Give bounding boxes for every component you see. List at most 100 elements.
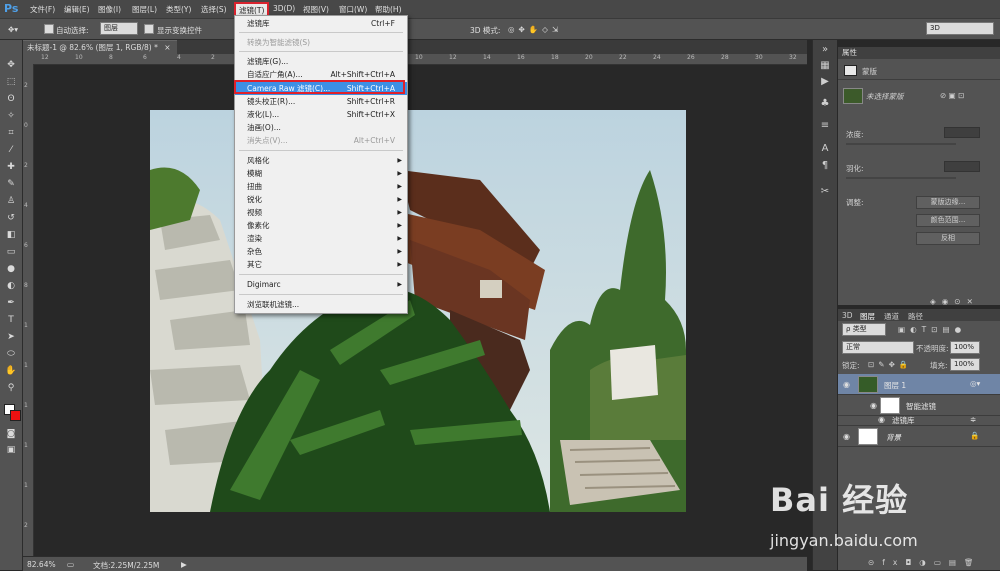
healing-icon[interactable]: ✚ xyxy=(5,161,17,173)
lock-icons[interactable]: ⊡✎✥🔒 xyxy=(868,360,912,369)
visibility-eye-icon[interactable]: ◉ xyxy=(870,401,877,410)
auto-select-checkbox[interactable] xyxy=(44,24,54,34)
menu-item-stylize[interactable]: 风格化 ▶ xyxy=(235,154,407,167)
menu-layer[interactable]: 图层(L) xyxy=(132,4,157,15)
collapse-icon[interactable]: » xyxy=(819,44,831,56)
tool-presets-icon[interactable]: ♣ xyxy=(819,98,831,110)
layer-name[interactable]: 智能滤镜 xyxy=(906,401,936,412)
layer-name[interactable]: 背景 xyxy=(886,432,901,443)
visibility-eye-icon[interactable]: ◉ xyxy=(843,432,850,441)
feather-input[interactable] xyxy=(944,161,980,172)
panel-footer-icons[interactable]: ◈◉⊙✕ xyxy=(930,297,979,306)
layer-row-filter-gallery[interactable]: ◉ 滤镜库 ≑ xyxy=(838,413,1000,426)
eraser-icon[interactable]: ◧ xyxy=(5,229,17,241)
adjustments-icon[interactable]: ≡ xyxy=(819,120,831,132)
blend-mode-dropdown[interactable]: 正常 xyxy=(842,341,914,354)
menu-item-convert-smart-filter[interactable]: 转换为智能滤镜(S) xyxy=(235,36,407,49)
menu-file[interactable]: 文件(F) xyxy=(30,4,55,15)
status-icon[interactable]: ▭ xyxy=(67,560,74,569)
layer-name[interactable]: 滤镜库 xyxy=(892,415,915,426)
actions-icon[interactable]: ▶ xyxy=(819,76,831,88)
screen-mode-icon[interactable]: ▣ xyxy=(5,444,17,456)
hand-icon[interactable]: ✋ xyxy=(5,365,17,377)
kind-filter-dropdown[interactable]: ρ 类型 xyxy=(842,323,886,336)
menu-item-blur[interactable]: 模糊 ▶ xyxy=(235,167,407,180)
shape-icon[interactable]: ⬭ xyxy=(5,348,17,360)
tab-layers[interactable]: 图层 xyxy=(860,311,875,322)
gradient-icon[interactable]: ▭ xyxy=(5,246,17,258)
menu-item-distort[interactable]: 扭曲 ▶ xyxy=(235,180,407,193)
menu-item-vanishing-point[interactable]: 消失点(V)... Alt+Ctrl+V xyxy=(235,134,407,147)
status-arrow-icon[interactable]: ▶ xyxy=(181,560,187,569)
eyedropper-icon[interactable]: ⁄ xyxy=(5,144,17,156)
menu-item-filter-gallery-last[interactable]: 滤镜库 Ctrl+F xyxy=(235,17,407,30)
menu-item-sharpen[interactable]: 锐化 ▶ xyxy=(235,193,407,206)
zoom-icon[interactable]: ⚲ xyxy=(5,382,17,394)
marquee-icon[interactable]: ⬚ xyxy=(5,76,17,88)
density-slider[interactable] xyxy=(846,143,956,145)
pen-icon[interactable]: ✒ xyxy=(5,297,17,309)
menu-3d[interactable]: 3D(D) xyxy=(273,4,295,13)
3d-mode-icons[interactable]: ◎✥✋◇⇲ xyxy=(508,25,562,34)
lasso-icon[interactable]: ʘ xyxy=(5,93,17,105)
tab-channels[interactable]: 通道 xyxy=(884,311,899,322)
background-color-swatch[interactable] xyxy=(10,410,21,421)
show-transform-checkbox[interactable] xyxy=(144,24,154,34)
mask-edge-button[interactable]: 蒙版边缘... xyxy=(916,196,980,209)
menu-item-oil-paint[interactable]: 油画(O)... xyxy=(235,121,407,134)
menu-item-video[interactable]: 视频 ▶ xyxy=(235,206,407,219)
filter-options-icon[interactable]: ≑ xyxy=(970,415,976,424)
document-tab[interactable]: 未标题-1 @ 82.6% (图层 1, RGB/8) * × xyxy=(23,40,177,55)
character-icon[interactable]: A xyxy=(819,143,831,155)
paragraph-icon[interactable]: ¶ xyxy=(819,160,831,172)
type-icon[interactable]: T xyxy=(5,314,17,326)
visibility-eye-icon[interactable]: ◉ xyxy=(843,380,850,389)
brush-icon[interactable]: ✎ xyxy=(5,178,17,190)
tab-paths[interactable]: 路径 xyxy=(908,311,923,322)
close-tab-icon[interactable]: × xyxy=(164,43,170,52)
menu-image[interactable]: 图像(I) xyxy=(98,4,121,15)
document-canvas[interactable] xyxy=(150,110,686,512)
menu-type[interactable]: 类型(Y) xyxy=(166,4,191,15)
menu-window[interactable]: 窗口(W) xyxy=(339,4,367,15)
visibility-eye-icon[interactable]: ◉ xyxy=(878,415,885,424)
layer-row-layer1[interactable]: ◉ 图层 1 ◎▾ xyxy=(838,374,1000,395)
mask-options-icons[interactable]: ⊘ ▣ ⊡ xyxy=(940,91,964,100)
invert-button[interactable]: 反相 xyxy=(916,232,980,245)
auto-select-dropdown[interactable]: 图层 xyxy=(100,22,138,35)
menu-edit[interactable]: 编辑(E) xyxy=(64,4,90,15)
menu-item-other[interactable]: 其它 ▶ xyxy=(235,258,407,271)
menu-item-browse-online[interactable]: 浏览联机滤镜... xyxy=(235,298,407,311)
density-input[interactable] xyxy=(944,127,980,138)
menu-item-liquify[interactable]: 液化(L)... Shift+Ctrl+X xyxy=(235,108,407,121)
tab-3d[interactable]: 3D xyxy=(842,311,853,320)
path-select-icon[interactable]: ➤ xyxy=(5,331,17,343)
zoom-level[interactable]: 82.64% xyxy=(27,560,56,569)
menu-help[interactable]: 帮助(H) xyxy=(375,4,402,15)
menu-view[interactable]: 视图(V) xyxy=(303,4,329,15)
menu-item-digimarc[interactable]: Digimarc ▶ xyxy=(235,278,407,291)
quick-select-icon[interactable]: ✧ xyxy=(5,110,17,122)
menu-item-lens-correction[interactable]: 镜头校正(R)... Shift+Ctrl+R xyxy=(235,95,407,108)
menu-item-noise[interactable]: 杂色 ▶ xyxy=(235,245,407,258)
opacity-input[interactable]: 100% xyxy=(950,341,980,354)
stamp-icon[interactable]: ♙ xyxy=(5,195,17,207)
move-tool-icon[interactable]: ✥▾ xyxy=(8,25,18,34)
quick-mask-icon[interactable]: ◙ xyxy=(5,428,17,440)
menu-item-filter-gallery[interactable]: 滤镜库(G)... xyxy=(235,55,407,68)
feather-slider[interactable] xyxy=(846,177,956,179)
layer-filter-icons[interactable]: ▣◐T⊡▤● xyxy=(898,325,966,334)
history-icon[interactable]: ▦ xyxy=(819,60,831,72)
color-range-button[interactable]: 颜色范围... xyxy=(916,214,980,227)
menu-item-render[interactable]: 渲染 ▶ xyxy=(235,232,407,245)
crop-icon[interactable]: ⌗ xyxy=(5,127,17,139)
tools-options-icon[interactable]: ✂ xyxy=(819,186,831,198)
dodge-icon[interactable]: ◐ xyxy=(5,280,17,292)
move-icon[interactable]: ✥ xyxy=(5,59,17,71)
blur-icon[interactable]: ● xyxy=(5,263,17,275)
layer-row-background[interactable]: ◉ 背景 🔒 xyxy=(838,426,1000,447)
layer-name[interactable]: 图层 1 xyxy=(884,380,906,391)
fill-input[interactable]: 100% xyxy=(950,358,980,371)
menu-select[interactable]: 选择(S) xyxy=(201,4,227,15)
history-brush-icon[interactable]: ↺ xyxy=(5,212,17,224)
